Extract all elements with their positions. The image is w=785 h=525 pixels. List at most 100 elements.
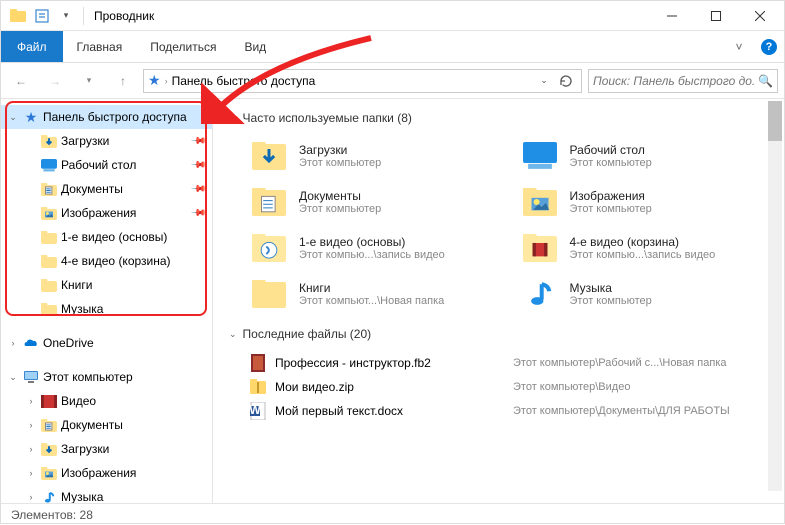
address-bar[interactable]: ★ › Панель быстрого доступа ⌄: [143, 69, 582, 93]
nav-label: Этот компьютер: [43, 370, 133, 384]
navigation-pane: ⌄ ★ Панель быстрого доступа Загрузки📌Раб…: [1, 99, 213, 503]
address-dropdown-button[interactable]: ⌄: [533, 75, 555, 86]
nav-label: Рабочий стол: [61, 158, 136, 172]
help-button[interactable]: ?: [754, 31, 784, 62]
folder-item[interactable]: Рабочий столЭтот компьютер: [520, 135, 781, 177]
nav-item-downloads[interactable]: Загрузки📌: [1, 129, 212, 153]
search-icon: 🔍: [758, 74, 773, 88]
folder-icon: [41, 301, 57, 317]
file-row[interactable]: Профессия - инструктор.fb2Этот компьютер…: [249, 351, 780, 375]
recent-locations-button[interactable]: ▾: [75, 67, 103, 95]
file-row[interactable]: Мои видео.zip Этот компьютер\Видео: [249, 375, 780, 399]
tab-share[interactable]: Поделиться: [136, 31, 230, 62]
folder-name: 1-е видео (основы): [299, 235, 445, 249]
folder-item[interactable]: ДокументыЭтот компьютер: [249, 181, 510, 223]
nav-item-folder[interactable]: 1-е видео (основы): [1, 225, 212, 249]
folder-path: Этот компьютер: [570, 157, 652, 169]
folder-path: Этот компьютер: [570, 295, 652, 307]
maximize-button[interactable]: [694, 1, 738, 31]
folder-icon: [41, 253, 57, 269]
pin-icon: 📌: [189, 205, 206, 222]
ribbon-tabs: Файл Главная Поделиться Вид ˅ ?: [1, 31, 784, 63]
folder-item[interactable]: ИзображенияЭтот компьютер: [520, 181, 781, 223]
quick-access-toolbar: ▾: [3, 5, 88, 27]
folder-name: Рабочий стол: [570, 143, 652, 157]
nav-item-documents[interactable]: ›Документы: [1, 413, 212, 437]
svg-text:W: W: [249, 403, 261, 417]
expand-icon[interactable]: ›: [25, 420, 37, 430]
chevron-down-icon: ⌄: [229, 113, 237, 124]
search-input[interactable]: [593, 74, 754, 88]
file-tab[interactable]: Файл: [1, 31, 63, 62]
folder-name: Изображения: [570, 189, 652, 203]
section-title: Часто используемые папки (8): [243, 111, 412, 125]
folder-item[interactable]: 4-е видео (корзина)Этот компью...\запись…: [520, 227, 781, 269]
window-title: Проводник: [94, 9, 154, 23]
nav-label: Документы: [61, 182, 123, 196]
file-name: Мои видео.zip: [275, 380, 505, 394]
onedrive-icon: [23, 335, 39, 351]
expand-icon[interactable]: ›: [7, 338, 19, 348]
nav-label: 1-е видео (основы): [61, 230, 167, 244]
nav-this-pc[interactable]: ⌄ Этот компьютер: [1, 365, 212, 389]
pictures-icon: [41, 465, 57, 481]
documents-icon: [249, 182, 289, 222]
expand-icon[interactable]: ⌄: [7, 372, 19, 383]
file-path: Этот компьютер\Документы\ДЛЯ РАБОТЫ: [513, 405, 730, 417]
nav-quick-access[interactable]: ⌄ ★ Панель быстрого доступа: [1, 105, 212, 129]
nav-item-desktop[interactable]: Рабочий стол 📌: [1, 153, 212, 177]
folder-icon: [249, 274, 289, 314]
nav-item-documents[interactable]: Документы📌: [1, 177, 212, 201]
nav-item-folder[interactable]: Музыка: [1, 297, 212, 321]
scrollbar[interactable]: [768, 101, 782, 491]
nav-label: Музыка: [61, 302, 103, 316]
qat-dropdown-icon[interactable]: ▾: [55, 5, 77, 27]
nav-label: Изображения: [61, 466, 136, 480]
folder-item[interactable]: МузыкаЭтот компьютер: [520, 273, 781, 315]
file-row[interactable]: WМой первый текст.docxЭтот компьютер\Док…: [249, 399, 780, 423]
expand-icon[interactable]: ›: [25, 492, 37, 502]
ribbon-expand-button[interactable]: ˅: [724, 31, 754, 62]
nav-onedrive[interactable]: › OneDrive: [1, 331, 212, 355]
folder-item[interactable]: КнигиЭтот компьют...\Новая папка: [249, 273, 510, 315]
titlebar: ▾ Проводник: [1, 1, 784, 31]
properties-icon[interactable]: [31, 5, 53, 27]
status-bar: Элементов: 28: [1, 503, 784, 525]
status-item-count: Элементов: 28: [11, 508, 93, 522]
nav-item-videos[interactable]: ›Видео: [1, 389, 212, 413]
minimize-button[interactable]: [650, 1, 694, 31]
expand-icon[interactable]: ›: [25, 396, 37, 406]
refresh-button[interactable]: [555, 74, 577, 88]
up-button[interactable]: ↑: [109, 67, 137, 95]
scrollbar-thumb[interactable]: [768, 101, 782, 141]
forward-button[interactable]: →: [41, 67, 69, 95]
quick-access-icon: ★: [148, 72, 161, 89]
close-button[interactable]: [738, 1, 782, 31]
nav-item-pictures[interactable]: › Изображения: [1, 461, 212, 485]
docx-file-icon: W: [249, 402, 267, 420]
file-path: Этот компьютер\Видео: [513, 381, 630, 393]
nav-item-downloads[interactable]: ›Загрузки: [1, 437, 212, 461]
expand-icon[interactable]: ›: [25, 468, 37, 478]
back-button[interactable]: ←: [7, 67, 35, 95]
folder-item[interactable]: 1-е видео (основы)Этот компью...\запись …: [249, 227, 510, 269]
nav-item-pictures[interactable]: Изображения📌: [1, 201, 212, 225]
tab-home[interactable]: Главная: [63, 31, 137, 62]
nav-item-folder[interactable]: 4-е видео (корзина): [1, 249, 212, 273]
expand-icon[interactable]: ›: [25, 444, 37, 454]
folder-item[interactable]: ЗагрузкиЭтот компьютер: [249, 135, 510, 177]
nav-item-music[interactable]: › Музыка: [1, 485, 212, 503]
expand-icon[interactable]: ⌄: [7, 112, 19, 123]
pin-icon: 📌: [189, 157, 206, 174]
nav-label: Музыка: [61, 490, 103, 503]
section-frequent-folders[interactable]: ⌄ Часто используемые папки (8): [229, 111, 780, 125]
nav-item-folder[interactable]: Книги: [1, 273, 212, 297]
section-recent-files[interactable]: ⌄ Последние файлы (20): [229, 327, 780, 341]
breadcrumb-segment[interactable]: Панель быстрого доступа: [172, 74, 316, 88]
videos-icon: [41, 393, 57, 409]
search-box[interactable]: 🔍: [588, 69, 778, 93]
fb2-file-icon: [249, 354, 267, 372]
pictures-icon: [520, 182, 560, 222]
tab-view[interactable]: Вид: [230, 31, 280, 62]
zip-file-icon: [249, 378, 267, 396]
